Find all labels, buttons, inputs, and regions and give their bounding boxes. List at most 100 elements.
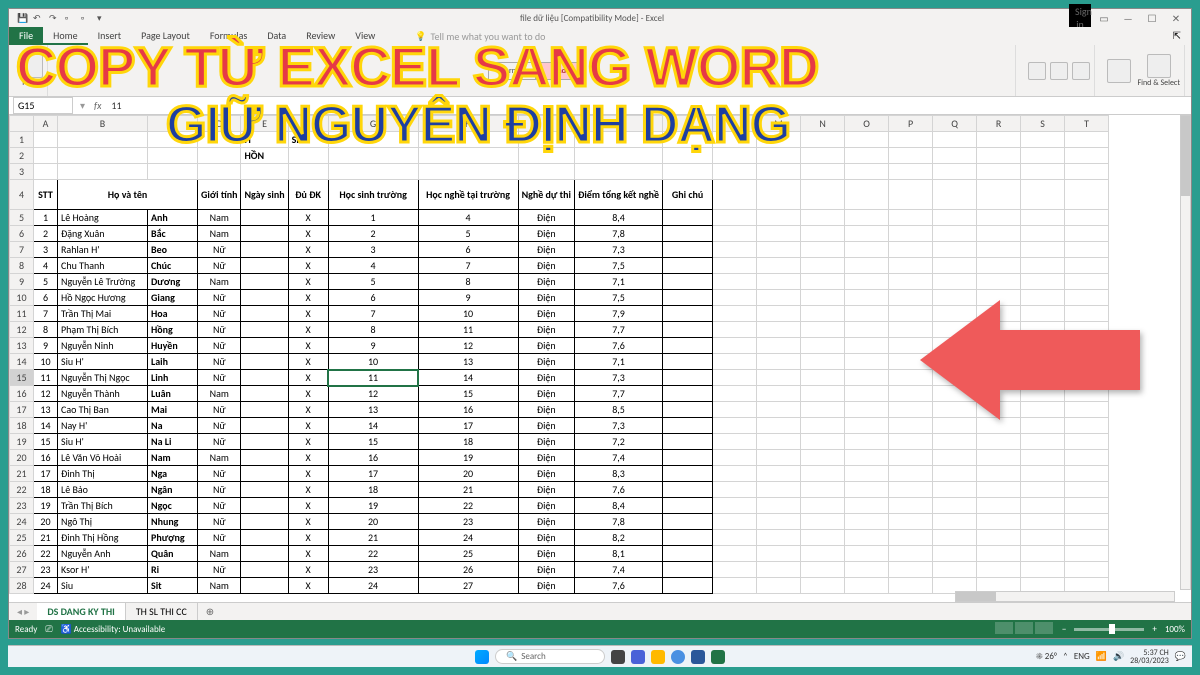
cell[interactable]: [801, 164, 845, 180]
cell[interactable]: [713, 514, 757, 530]
cell[interactable]: [328, 148, 418, 164]
row-header[interactable]: 5: [10, 210, 34, 226]
cell[interactable]: [1021, 306, 1065, 322]
cell[interactable]: [933, 498, 977, 514]
weather-widget[interactable]: ☀ 26°: [1036, 651, 1057, 662]
cell[interactable]: [801, 322, 845, 338]
cell[interactable]: [288, 164, 328, 180]
cell[interactable]: [757, 258, 801, 274]
data-cell[interactable]: 7,4: [574, 562, 662, 578]
cell[interactable]: [1021, 402, 1065, 418]
insert-button[interactable]: [1028, 62, 1046, 80]
cell[interactable]: [198, 148, 241, 164]
table-header-cell[interactable]: Nghề dự thi: [518, 180, 574, 210]
row-header[interactable]: 7: [10, 242, 34, 258]
cell[interactable]: [933, 210, 977, 226]
row-header[interactable]: 11: [10, 306, 34, 322]
cell[interactable]: [713, 450, 757, 466]
data-cell[interactable]: Ngân: [148, 482, 198, 498]
data-cell[interactable]: 7,7: [574, 386, 662, 402]
data-cell[interactable]: Sit: [148, 578, 198, 594]
cell[interactable]: [1065, 466, 1109, 482]
cell[interactable]: [1065, 338, 1109, 354]
data-cell[interactable]: Điện: [518, 434, 574, 450]
find-select-button[interactable]: Find & Select: [1137, 54, 1180, 88]
data-cell[interactable]: [241, 386, 288, 402]
cell[interactable]: [241, 164, 288, 180]
data-cell[interactable]: 17: [328, 466, 418, 482]
data-cell[interactable]: 8,2: [574, 530, 662, 546]
cell[interactable]: [757, 530, 801, 546]
row-header[interactable]: 28: [10, 578, 34, 594]
data-cell[interactable]: X: [288, 210, 328, 226]
data-cell[interactable]: Nữ: [198, 514, 241, 530]
cell[interactable]: [713, 258, 757, 274]
data-cell[interactable]: 9: [328, 338, 418, 354]
data-cell[interactable]: 6: [328, 290, 418, 306]
data-cell[interactable]: [663, 290, 713, 306]
data-cell[interactable]: [663, 338, 713, 354]
undo-icon[interactable]: ↶: [33, 13, 43, 23]
cell[interactable]: [663, 132, 713, 148]
cell[interactable]: [801, 482, 845, 498]
cell[interactable]: [977, 338, 1021, 354]
cell[interactable]: [713, 386, 757, 402]
data-cell[interactable]: [663, 530, 713, 546]
cell[interactable]: [518, 132, 574, 148]
cell[interactable]: [889, 386, 933, 402]
data-cell[interactable]: 8,4: [574, 210, 662, 226]
cell[interactable]: [757, 322, 801, 338]
cell[interactable]: [933, 290, 977, 306]
data-cell[interactable]: [663, 322, 713, 338]
cell[interactable]: [933, 148, 977, 164]
data-cell[interactable]: 19: [418, 450, 518, 466]
cell[interactable]: [713, 418, 757, 434]
data-cell[interactable]: 8,5: [574, 402, 662, 418]
cell[interactable]: [977, 482, 1021, 498]
excel-icon[interactable]: [711, 650, 725, 664]
row-header[interactable]: 18: [10, 418, 34, 434]
cell[interactable]: [757, 434, 801, 450]
data-cell[interactable]: Nữ: [198, 434, 241, 450]
data-cell[interactable]: 1: [328, 210, 418, 226]
cell[interactable]: [889, 354, 933, 370]
style-bad[interactable]: Bad: [536, 62, 584, 80]
cell[interactable]: [889, 164, 933, 180]
data-cell[interactable]: 21: [328, 530, 418, 546]
data-cell[interactable]: 18: [328, 482, 418, 498]
data-cell[interactable]: Siu H': [58, 434, 148, 450]
data-cell[interactable]: X: [288, 402, 328, 418]
qat-icon[interactable]: ▫: [81, 13, 91, 23]
data-cell[interactable]: [241, 354, 288, 370]
data-cell[interactable]: 16: [34, 450, 58, 466]
cell[interactable]: [889, 132, 933, 148]
cell[interactable]: [1065, 290, 1109, 306]
data-cell[interactable]: X: [288, 498, 328, 514]
cell[interactable]: [845, 482, 889, 498]
cell[interactable]: [933, 386, 977, 402]
row-header[interactable]: 22: [10, 482, 34, 498]
cell[interactable]: [1021, 530, 1065, 546]
cell[interactable]: [1021, 132, 1065, 148]
data-cell[interactable]: 10: [418, 306, 518, 322]
cell[interactable]: [713, 482, 757, 498]
cell[interactable]: [801, 530, 845, 546]
data-cell[interactable]: 6: [34, 290, 58, 306]
data-cell[interactable]: 24: [418, 530, 518, 546]
data-cell[interactable]: [663, 546, 713, 562]
cell[interactable]: [757, 148, 801, 164]
cell[interactable]: [713, 434, 757, 450]
word-icon[interactable]: [691, 650, 705, 664]
cell[interactable]: [148, 148, 198, 164]
data-cell[interactable]: 23: [328, 562, 418, 578]
maximize-icon[interactable]: ☐: [1141, 12, 1163, 25]
data-cell[interactable]: 8,4: [574, 498, 662, 514]
data-cell[interactable]: 2: [328, 226, 418, 242]
data-cell[interactable]: 8,3: [574, 466, 662, 482]
cell[interactable]: [801, 258, 845, 274]
data-cell[interactable]: 27: [418, 578, 518, 594]
data-cell[interactable]: 17: [34, 466, 58, 482]
col-header[interactable]: M: [757, 116, 801, 132]
cell[interactable]: [801, 562, 845, 578]
cell[interactable]: [889, 338, 933, 354]
